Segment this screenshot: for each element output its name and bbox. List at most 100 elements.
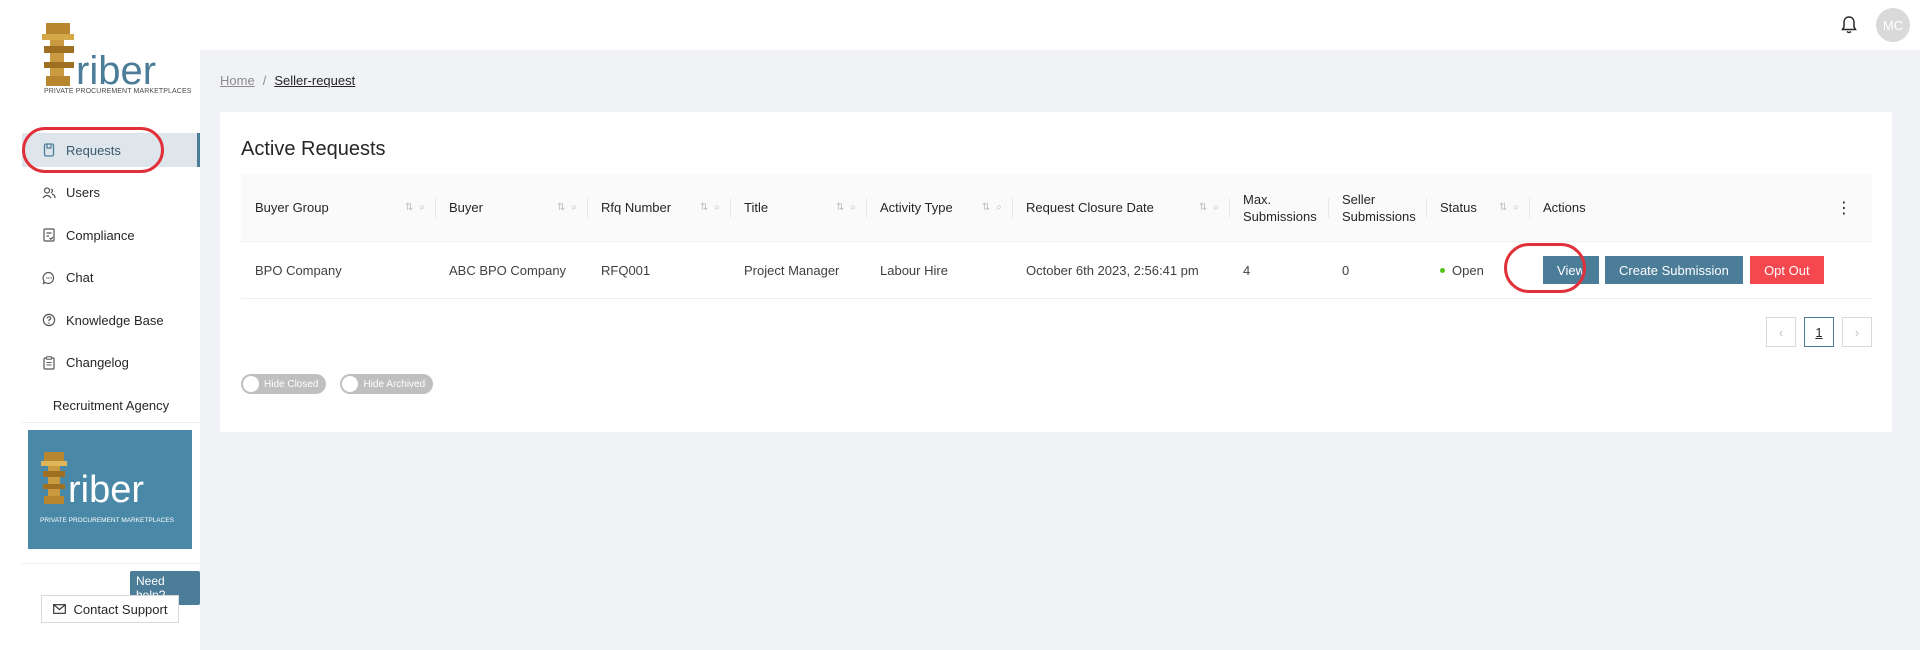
create-submission-button[interactable]: Create Submission xyxy=(1605,256,1743,284)
view-button[interactable]: View xyxy=(1543,256,1599,284)
column-label: Actions xyxy=(1543,200,1586,215)
sort-icon[interactable]: ⇅ xyxy=(557,202,565,213)
sidebar-item-label: Users xyxy=(66,185,100,200)
search-icon[interactable]: ⌕ xyxy=(996,202,1002,213)
column-label: Activity Type xyxy=(880,200,953,215)
sidebar-item-knowledge-base[interactable]: Knowledge Base xyxy=(22,303,200,337)
toggle-knob xyxy=(243,376,259,392)
requests-table: Buyer Group ⇅ ⌕ Buyer ⇅ ⌕ Rfq Number ⇅ ⌕ Ti… xyxy=(241,174,1872,299)
sort-icon[interactable]: ⇅ xyxy=(1499,202,1507,213)
search-icon[interactable]: ⌕ xyxy=(850,202,856,213)
cell-max-submissions: 4 xyxy=(1243,262,1251,278)
table-header: Buyer Group ⇅ ⌕ Buyer ⇅ ⌕ Rfq Number ⇅ ⌕ Ti… xyxy=(241,174,1872,242)
pagination-next-button[interactable]: › xyxy=(1842,317,1872,347)
breadcrumb-current[interactable]: Seller-request xyxy=(274,73,355,88)
compliance-icon xyxy=(42,228,56,242)
search-icon[interactable]: ⌕ xyxy=(1213,202,1219,213)
agency-label: Recruitment Agency xyxy=(52,398,170,413)
chat-icon xyxy=(42,271,56,285)
search-icon[interactable]: ⌕ xyxy=(714,202,720,213)
sidebar-item-changelog[interactable]: Changelog xyxy=(22,346,200,380)
column-header-max-submissions: Max. Submissions xyxy=(1229,174,1328,241)
contact-support-label: Contact Support xyxy=(73,601,168,617)
changelog-icon xyxy=(42,355,56,370)
cell-buyer-group: BPO Company xyxy=(255,262,342,278)
sidebar-item-users[interactable]: Users xyxy=(22,176,200,210)
question-icon xyxy=(42,313,56,327)
sidebar-nav: Requests Users Compliance Chat Knowledge… xyxy=(22,133,200,388)
column-label-line2: Submissions xyxy=(1342,208,1416,224)
column-label: Title xyxy=(744,200,769,215)
column-header-request-closure-date[interactable]: Request Closure Date ⇅ ⌕ xyxy=(1012,174,1229,241)
column-label: Seller xyxy=(1342,191,1376,207)
column-label: Max. xyxy=(1243,191,1272,207)
toggle-label: Hide Closed xyxy=(264,378,319,390)
bell-icon[interactable] xyxy=(1838,14,1860,36)
sidebar-item-label: Knowledge Base xyxy=(66,312,164,328)
sidebar-item-label: Requests xyxy=(66,142,121,158)
sidebar: riber PRIVATE PROCUREMENT MARKETPLACES R… xyxy=(22,0,200,650)
column-header-title[interactable]: Title ⇅ ⌕ xyxy=(730,174,866,241)
page-title: Active Requests xyxy=(241,138,386,160)
column-header-buyer-group[interactable]: Buyer Group ⇅ ⌕ xyxy=(241,174,435,241)
breadcrumb-separator: / xyxy=(262,73,267,88)
breadcrumb: Home / Seller-request xyxy=(220,73,355,88)
file-icon xyxy=(42,143,56,157)
more-vertical-icon[interactable]: ⋮ xyxy=(1836,198,1872,218)
hide-archived-toggle[interactable]: Hide Archived xyxy=(340,374,434,394)
sidebar-item-requests[interactable]: Requests xyxy=(22,133,200,167)
header-actions: MC xyxy=(1838,8,1910,42)
search-icon[interactable]: ⌕ xyxy=(571,202,577,213)
column-header-buyer[interactable]: Buyer ⇅ ⌕ xyxy=(435,174,587,241)
column-header-status[interactable]: Status ⇅ ⌕ xyxy=(1426,174,1529,241)
hide-closed-toggle[interactable]: Hide Closed xyxy=(241,374,327,394)
toggle-label: Hide Archived xyxy=(363,378,426,390)
main-content: Home / Seller-request Active Requests Bu… xyxy=(200,50,1920,650)
cell-title: Project Manager xyxy=(744,262,840,278)
divider xyxy=(22,422,200,423)
contact-support-button[interactable]: Contact Support xyxy=(41,595,179,623)
pagination-prev-button[interactable]: ‹ xyxy=(1766,317,1796,347)
sidebar-item-label: Chat xyxy=(66,270,94,285)
column-header-seller-submissions: Seller Submissions xyxy=(1328,174,1426,241)
sort-icon[interactable]: ⇅ xyxy=(982,202,990,213)
column-header-activity-type[interactable]: Activity Type ⇅ ⌕ xyxy=(866,174,1012,241)
users-icon xyxy=(42,186,56,200)
cell-closure-date: October 6th 2023, 2:56:41 pm xyxy=(1026,262,1199,278)
column-label: Buyer xyxy=(449,200,483,215)
cell-activity-type: Labour Hire xyxy=(880,262,948,278)
column-label: Buyer Group xyxy=(255,200,329,215)
avatar[interactable]: MC xyxy=(1876,8,1910,42)
sidebar-item-compliance[interactable]: Compliance xyxy=(22,218,200,252)
sort-icon[interactable]: ⇅ xyxy=(405,202,413,213)
logo-tagline: PRIVATE PROCUREMENT MARKETPLACES xyxy=(44,88,192,95)
status-dot xyxy=(1440,267,1445,273)
sidebar-item-label: Compliance xyxy=(66,227,135,243)
column-label-line2: Submissions xyxy=(1243,208,1317,224)
cell-status: Open xyxy=(1426,242,1529,298)
table-row: BPO Company ABC BPO Company RFQ001 Proje… xyxy=(241,242,1872,299)
search-icon[interactable]: ⌕ xyxy=(419,202,425,213)
sidebar-item-chat[interactable]: Chat xyxy=(22,261,200,295)
column-label: Status xyxy=(1440,200,1477,215)
breadcrumb-home-link[interactable]: Home xyxy=(220,73,255,88)
filter-toggles: Hide Closed Hide Archived xyxy=(241,374,434,394)
cell-rfq-number: RFQ001 xyxy=(601,262,651,278)
divider xyxy=(22,563,200,564)
pagination: ‹ 1 › xyxy=(1766,317,1872,347)
sort-icon[interactable]: ⇅ xyxy=(836,202,844,213)
agency-logo-tagline: PRIVATE PROCUREMENT MARKETPLACES xyxy=(40,517,175,524)
sort-icon[interactable]: ⇅ xyxy=(700,202,708,213)
cell-buyer: ABC BPO Company xyxy=(449,262,567,278)
cell-seller-submissions: 0 xyxy=(1342,262,1350,278)
mail-icon xyxy=(52,602,66,617)
sort-icon[interactable]: ⇅ xyxy=(1199,202,1207,213)
cell-actions: View Create Submission Opt Out xyxy=(1529,242,1872,298)
column-header-rfq-number[interactable]: Rfq Number ⇅ ⌕ xyxy=(587,174,730,241)
status-badge: Open xyxy=(1452,262,1484,278)
agency-logo: riber PRIVATE PROCUREMENT MARKETPLACES xyxy=(28,430,192,549)
search-icon[interactable]: ⌕ xyxy=(1513,202,1519,213)
pagination-page-1[interactable]: 1 xyxy=(1804,317,1834,347)
toggle-knob xyxy=(342,376,359,392)
opt-out-button[interactable]: Opt Out xyxy=(1749,256,1824,284)
